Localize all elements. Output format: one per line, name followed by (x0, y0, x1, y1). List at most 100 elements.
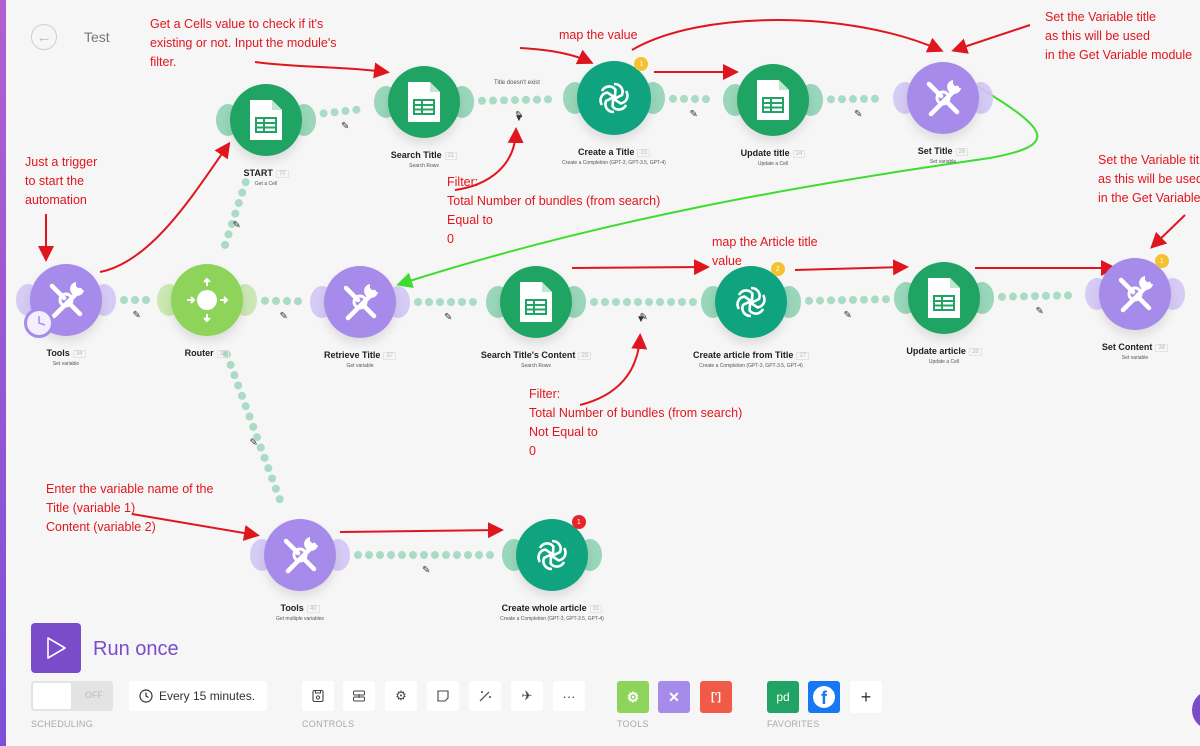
operations-badge[interactable]: 1 (571, 515, 586, 529)
connection-dot (1030, 292, 1039, 301)
module-subtitle: Set variable (929, 159, 957, 165)
openai-icon (736, 286, 766, 318)
module-icon-circle[interactable] (908, 262, 980, 334)
connection-dot (271, 296, 280, 305)
module-name[interactable]: Set Title 26 (843, 146, 1043, 156)
connection-dot (488, 96, 497, 105)
connection-dot (264, 464, 273, 473)
connection-dot (142, 296, 150, 304)
module-icon-circle[interactable] (230, 84, 302, 156)
connection-dot (120, 296, 128, 304)
add-favorite-button[interactable]: + (850, 681, 882, 713)
module-number: 38 (1155, 343, 1169, 352)
module-subtitle: Create a Completion (GPT-3, GPT-3.5, GPT… (500, 616, 604, 622)
wrench-icon: ✎ (341, 121, 349, 132)
module-subtitle: Update a Cell (928, 359, 960, 365)
module-name[interactable]: Set Content 38 (1035, 342, 1200, 352)
google-sheets-icon (408, 82, 440, 122)
module-name[interactable]: Create whole article 31 (452, 603, 652, 613)
connection-dot (667, 298, 675, 306)
module-icon-circle[interactable] (1099, 258, 1171, 330)
connection-dot (1019, 292, 1028, 301)
module-name[interactable]: Retrieve Title 37 (260, 350, 460, 360)
run-once-button[interactable] (31, 623, 81, 673)
module-icon-circle[interactable] (516, 519, 588, 591)
connection-dot (601, 298, 609, 306)
module-icon-circle[interactable] (324, 266, 396, 338)
toggle-state: OFF (85, 690, 103, 700)
module-name[interactable]: Tools 40 (200, 603, 400, 613)
scheduling-section-label: SCHEDULING (31, 719, 94, 729)
filter-label[interactable]: Title doesn't exist (494, 80, 540, 86)
module-name[interactable]: Update article 28 (844, 346, 1044, 356)
run-once-label[interactable]: Run once (93, 638, 179, 661)
connection-dot (848, 295, 857, 304)
module-number: 27 (796, 351, 810, 360)
module-name[interactable]: Create article from Title 27 (651, 350, 851, 360)
module-icon-circle[interactable] (577, 61, 651, 135)
airplane-button[interactable]: ✈ (511, 681, 543, 711)
connection-dot (477, 96, 486, 105)
notes-button[interactable] (427, 681, 459, 711)
module-icon-circle[interactable] (388, 66, 460, 138)
connection-dot (689, 298, 697, 306)
scenario-title[interactable]: Test (84, 29, 110, 45)
connection-dot (826, 296, 835, 305)
connection-dot (234, 381, 243, 390)
connection-dot (1008, 292, 1017, 301)
schedule-label: Every 15 minutes. (159, 689, 256, 703)
google-sheets-icon (928, 278, 960, 318)
connection-dot (486, 551, 494, 559)
toggle-knob (33, 683, 71, 709)
wrench-icon: ✎ (690, 109, 698, 120)
tools-icon (343, 284, 378, 321)
magic-wand-button[interactable] (469, 681, 501, 711)
module-name[interactable]: START 70 (166, 168, 366, 178)
back-button[interactable]: ← (31, 24, 57, 50)
connection-dot (499, 96, 508, 105)
module-icon-circle[interactable] (737, 64, 809, 136)
save-icon (312, 689, 324, 703)
google-sheets-icon (520, 282, 552, 322)
schedule-clock-icon[interactable] (24, 308, 54, 338)
settings-button[interactable]: ⚙ (385, 681, 417, 711)
connection-dot (532, 95, 541, 104)
more-button[interactable]: ··· (553, 681, 585, 711)
module-icon-circle[interactable] (715, 266, 787, 338)
auto-align-button[interactable] (343, 681, 375, 711)
connection-dot (612, 298, 620, 306)
connection-dot (420, 551, 428, 559)
tools-button[interactable]: ✕ (658, 681, 690, 713)
flow-control-button[interactable]: ⚙ (617, 681, 649, 713)
module-icon-circle[interactable] (907, 62, 979, 134)
module-icon-circle[interactable] (500, 266, 572, 338)
scheduling-toggle[interactable]: OFF (31, 681, 113, 711)
pipedrive-button[interactable]: pd (767, 681, 799, 713)
module-subtitle: Search Rows (521, 363, 551, 369)
module-name[interactable]: Search Title's Content 25 (436, 350, 636, 360)
module-number: 31 (589, 604, 603, 613)
connection-dot (341, 106, 350, 115)
module-icon-circle[interactable] (264, 519, 336, 591)
module-name[interactable]: Search Title 21 (324, 150, 524, 160)
connection-dot (469, 298, 477, 306)
module-number: 25 (578, 351, 592, 360)
connection-dot (590, 298, 598, 306)
json-button[interactable]: ['] (700, 681, 732, 713)
module-number: 28 (968, 347, 982, 356)
notes-icon (437, 690, 449, 702)
module-number: 35 (216, 349, 230, 358)
schedule-button[interactable]: Every 15 minutes. (129, 681, 267, 711)
arrow-set-content (1150, 214, 1186, 249)
connection-dot (837, 95, 846, 104)
facebook-icon: f (813, 686, 835, 708)
connection-dot (352, 105, 361, 114)
module-icon-circle[interactable] (171, 264, 243, 336)
save-button[interactable] (302, 681, 334, 711)
wrench-icon: ✎ (280, 311, 288, 322)
google-sheets-icon (250, 100, 282, 140)
facebook-button[interactable]: f (808, 681, 840, 713)
operations-badge[interactable]: 1 (1154, 254, 1169, 268)
clock-icon (139, 689, 153, 703)
scenario-canvas[interactable]: ✎ ✎ ✎ ✎ ✎ ✎ ✎ ✎ ✎ ✎ ✎ ✎ ✎ ▼ ▼ ← Test START 70 Get a Ce… (0, 0, 1200, 746)
